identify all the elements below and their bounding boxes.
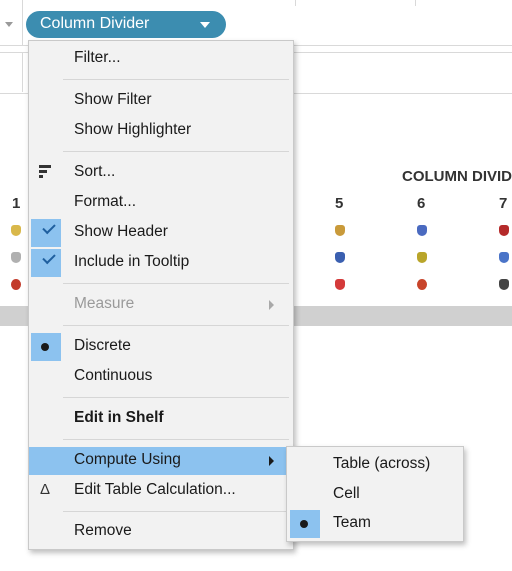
shelf-divider: [22, 0, 23, 45]
sort-icon: [39, 165, 53, 179]
submenu-item-table-across[interactable]: Table (across): [287, 451, 463, 479]
pill-context-menu: Filter... Show Filter Show Highlighter S…: [28, 40, 294, 550]
menu-item-remove[interactable]: Remove: [29, 518, 293, 546]
menu-item-compute-using[interactable]: Compute Using: [29, 447, 293, 475]
menu-separator: [63, 283, 289, 284]
menu-item-measure: Measure: [29, 291, 293, 319]
column-divider-pill[interactable]: Column Divider: [26, 11, 226, 38]
menu-separator: [63, 511, 289, 512]
selected-gutter: [290, 510, 320, 538]
menu-item-edit-in-shelf[interactable]: Edit in Shelf: [29, 405, 293, 433]
radio-dot-icon: [41, 343, 49, 351]
menu-item-show-highlighter[interactable]: Show Highlighter: [29, 117, 293, 145]
submenu-arrow-icon: [269, 300, 274, 310]
shelf-divider: [415, 0, 416, 6]
menu-separator: [63, 439, 289, 440]
team-crest-icon: [11, 279, 21, 290]
column-number: 7: [499, 195, 508, 212]
radio-dot-icon: [300, 520, 308, 528]
submenu-item-team[interactable]: Team: [287, 510, 463, 538]
menu-item-show-header[interactable]: Show Header: [29, 219, 293, 247]
selected-gutter: [31, 333, 61, 361]
menu-item-sort[interactable]: Sort...: [29, 159, 293, 187]
team-crest-icon: [335, 252, 345, 263]
team-crest-icon: [499, 225, 509, 236]
shelf-divider: [22, 52, 23, 92]
menu-item-show-filter[interactable]: Show Filter: [29, 87, 293, 115]
delta-icon: Δ: [40, 481, 51, 498]
menu-item-edit-table-calculation[interactable]: Δ Edit Table Calculation...: [29, 477, 293, 505]
team-crest-icon: [417, 252, 427, 263]
checked-gutter: [31, 249, 61, 277]
menu-separator: [63, 325, 289, 326]
menu-item-include-in-tooltip[interactable]: Include in Tooltip: [29, 249, 293, 277]
menu-item-discrete[interactable]: Discrete: [29, 333, 293, 361]
shelf-divider: [295, 0, 296, 6]
team-crest-icon: [335, 279, 345, 290]
chevron-down-icon[interactable]: [200, 22, 210, 28]
menu-separator: [63, 79, 289, 80]
shelf-dropdown-caret-icon[interactable]: [5, 22, 13, 27]
column-number: 5: [335, 195, 344, 212]
menu-separator: [63, 397, 289, 398]
checkmark-icon: [42, 220, 56, 235]
submenu-arrow-icon: [269, 456, 274, 466]
team-crest-icon: [11, 252, 21, 263]
column-number: 6: [417, 195, 426, 212]
team-crest-icon: [335, 225, 345, 236]
submenu-item-cell[interactable]: Cell: [287, 481, 463, 509]
checked-gutter: [31, 219, 61, 247]
team-crest-icon: [417, 225, 427, 236]
menu-item-format[interactable]: Format...: [29, 189, 293, 217]
column-header-title: COLUMN DIVID: [402, 168, 512, 185]
checkmark-icon: [42, 250, 56, 265]
team-crest-icon: [499, 279, 509, 290]
compute-using-submenu: Table (across) Cell Team: [286, 446, 464, 542]
team-crest-icon: [499, 252, 509, 263]
menu-item-continuous[interactable]: Continuous: [29, 363, 293, 391]
menu-item-filter[interactable]: Filter...: [29, 45, 293, 73]
team-crest-icon: [11, 225, 21, 236]
menu-separator: [63, 151, 289, 152]
team-crest-icon: [417, 279, 427, 290]
pill-label: Column Divider: [40, 15, 150, 32]
row-number: 1: [12, 195, 21, 212]
